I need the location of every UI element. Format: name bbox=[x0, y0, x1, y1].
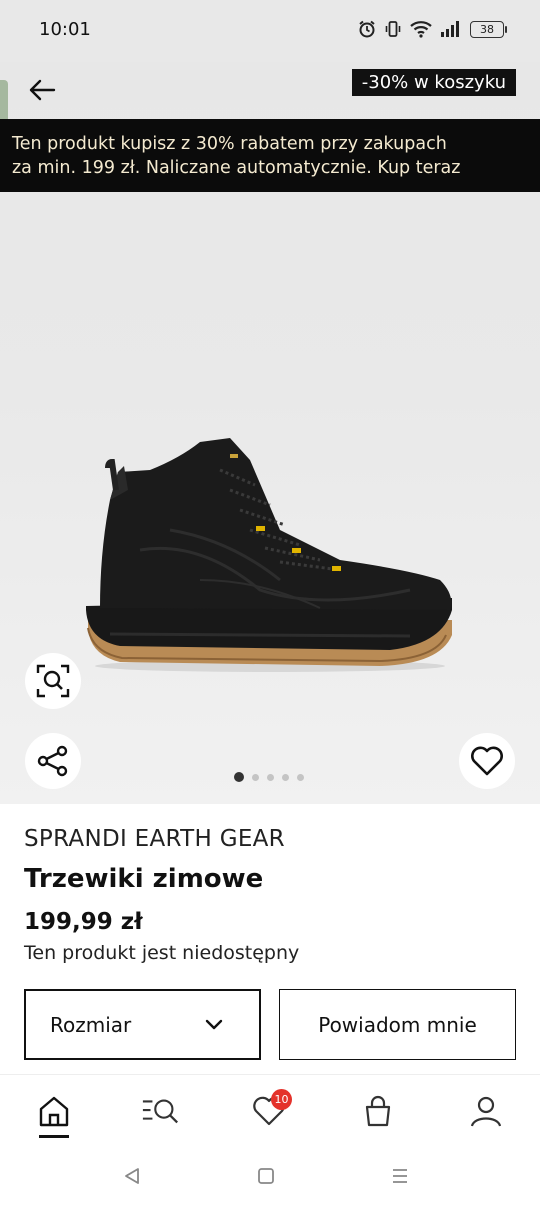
active-tab-indicator bbox=[39, 1135, 69, 1138]
nav-home[interactable] bbox=[34, 1091, 74, 1131]
pagination-dot[interactable] bbox=[297, 773, 304, 781]
nav-cart[interactable] bbox=[358, 1091, 398, 1131]
menu-lines-icon bbox=[393, 1169, 407, 1183]
system-recents-button[interactable] bbox=[386, 1162, 414, 1190]
favorites-badge: 10 bbox=[271, 1089, 292, 1110]
account-icon bbox=[470, 1096, 502, 1127]
notify-me-button[interactable]: Powiadom mnie bbox=[279, 989, 516, 1060]
pagination-dot[interactable] bbox=[282, 773, 289, 781]
share-icon bbox=[37, 745, 68, 777]
arrow-left-icon bbox=[29, 79, 56, 101]
triangle-back-icon bbox=[125, 1168, 139, 1184]
product-brand[interactable]: SPRANDI EARTH GEAR bbox=[24, 826, 285, 852]
status-time: 10:01 bbox=[39, 19, 91, 40]
favorite-button[interactable] bbox=[459, 733, 515, 789]
availability-status: Ten produkt jest niedostępny bbox=[24, 942, 300, 964]
gallery-pagination bbox=[234, 772, 304, 782]
bag-icon bbox=[365, 1095, 391, 1127]
promo-banner[interactable]: Ten produkt kupisz z 30% rabatem przy za… bbox=[0, 119, 540, 192]
zoom-button[interactable] bbox=[25, 653, 81, 709]
pagination-dot[interactable] bbox=[252, 773, 259, 781]
product-title: Trzewiki zimowe bbox=[24, 864, 264, 894]
product-price: 199,99 zł bbox=[24, 909, 143, 935]
status-icons: 38 bbox=[358, 20, 507, 38]
catalog-search-icon bbox=[142, 1099, 178, 1124]
square-home-icon bbox=[258, 1168, 274, 1184]
battery-icon: 38 bbox=[470, 20, 507, 38]
bottom-nav bbox=[0, 1074, 540, 1146]
home-icon bbox=[39, 1096, 69, 1127]
wifi-icon bbox=[410, 21, 432, 38]
pagination-dot[interactable] bbox=[267, 773, 274, 781]
size-select[interactable]: Rozmiar bbox=[24, 989, 261, 1060]
promo-banner-line: za min. 199 zł. Naliczane automatycznie.… bbox=[12, 158, 461, 178]
share-button[interactable] bbox=[25, 733, 81, 789]
back-button[interactable] bbox=[24, 74, 60, 106]
chevron-down-icon bbox=[205, 1019, 223, 1029]
promo-tag: -30% w koszyku bbox=[351, 69, 516, 96]
system-back-button[interactable] bbox=[118, 1162, 146, 1190]
vibrate-icon bbox=[385, 21, 401, 37]
signal-icon bbox=[441, 21, 459, 37]
system-nav-bar bbox=[0, 1146, 540, 1206]
pagination-dot[interactable] bbox=[234, 772, 244, 782]
alarm-icon bbox=[359, 20, 375, 38]
size-select-label: Rozmiar bbox=[50, 1012, 132, 1037]
promo-banner-line: Ten produkt kupisz z 30% rabatem przy za… bbox=[12, 134, 447, 154]
zoom-search-icon bbox=[36, 664, 70, 698]
product-image bbox=[86, 438, 452, 672]
heart-icon bbox=[471, 746, 503, 776]
nav-catalog-search[interactable] bbox=[141, 1091, 181, 1131]
nav-account[interactable] bbox=[466, 1091, 506, 1131]
system-home-button[interactable] bbox=[252, 1162, 280, 1190]
status-bar: 10:01 38 bbox=[0, 0, 540, 62]
